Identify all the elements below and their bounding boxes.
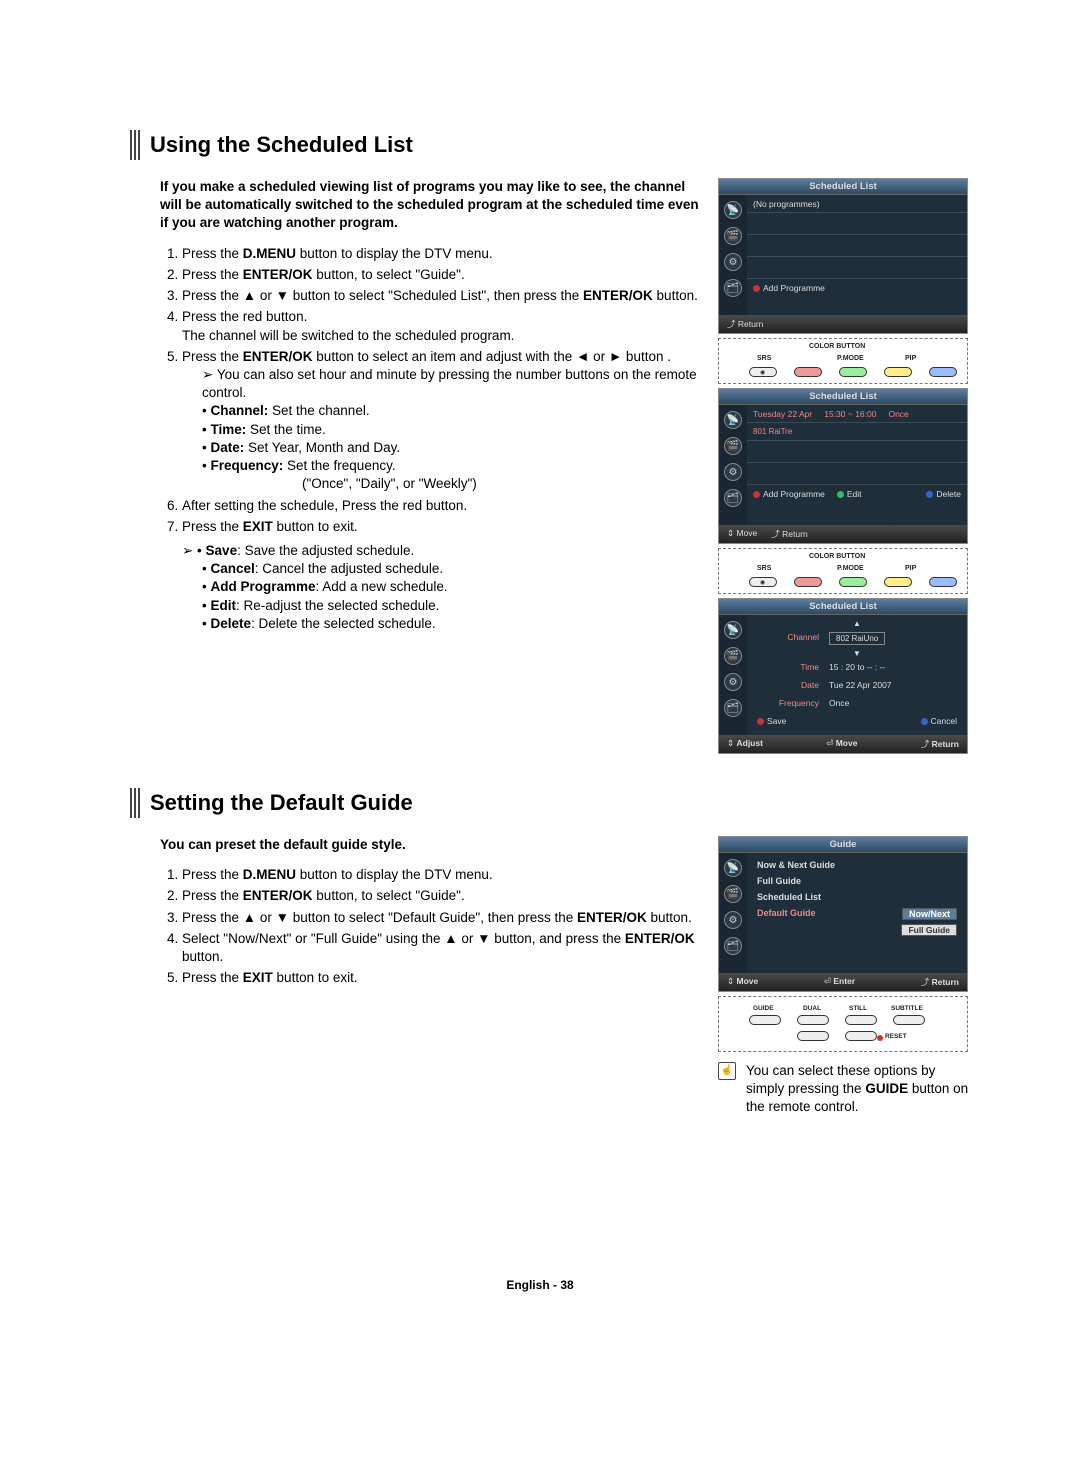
osd-scheduled-detail: Scheduled List 📡 🎬 ⚙ 🗂 ▲ Channel802 RaiU… xyxy=(718,598,968,754)
nav-icon: 🎬 xyxy=(724,885,742,903)
page-footer: English - 38 xyxy=(0,1278,1080,1292)
section-1-title: Using the Scheduled List xyxy=(150,132,413,158)
nav-icon: ⚙ xyxy=(724,673,742,691)
osd-scheduled-empty: Scheduled List 📡 🎬 ⚙ 🗂 (No programmes) A… xyxy=(718,178,968,334)
osd-scheduled-item: Scheduled List 📡 🎬 ⚙ 🗂 Tuesday 22 Apr15:… xyxy=(718,388,968,544)
nav-icon: 🗂 xyxy=(724,489,742,507)
nav-icon: 🗂 xyxy=(724,699,742,717)
remote-strip-guide: GUIDE DUAL STILL SUBTITLE RESET xyxy=(718,996,968,1052)
nav-icon: 🎬 xyxy=(724,647,742,665)
section-2-title: Setting the Default Guide xyxy=(150,790,413,816)
nav-icon: ⚙ xyxy=(724,463,742,481)
s2-step-3: Press the ▲ or ▼ button to select "Defau… xyxy=(182,909,706,927)
remote-strip-color: COLOR BUTTON SRS P.MODE PIP ◉ xyxy=(718,338,968,384)
nav-icon: 🗂 xyxy=(724,937,742,955)
tip-block: ☝ You can select these options by simply… xyxy=(718,1062,970,1117)
section-2-intro: You can preset the default guide style. xyxy=(160,836,706,854)
section-1-intro: If you make a scheduled viewing list of … xyxy=(160,178,706,233)
nav-icon: 📡 xyxy=(724,411,742,429)
heading-bars-icon xyxy=(130,130,140,160)
section-2-heading: Setting the Default Guide xyxy=(130,788,970,818)
hand-icon: ☝ xyxy=(718,1062,736,1080)
step-5-note: ➢ You can also set hour and minute by pr… xyxy=(202,366,706,402)
step-4: Press the red button.The channel will be… xyxy=(182,308,706,344)
s2-step-1: Press the D.MENU button to display the D… xyxy=(182,866,706,884)
nav-icon: 📡 xyxy=(724,859,742,877)
step-2: Press the ENTER/OK button, to select "Gu… xyxy=(182,266,706,284)
step-1: Press the D.MENU button to display the D… xyxy=(182,245,706,263)
osd-guide: Guide 📡 🎬 ⚙ 🗂 Now & Next Guide Full Guid… xyxy=(718,836,968,992)
nav-icon: 🎬 xyxy=(724,227,742,245)
nav-icon: 📡 xyxy=(724,201,742,219)
remote-strip-color: COLOR BUTTON SRS P.MODE PIP ◉ xyxy=(718,548,968,594)
section-1-body: If you make a scheduled viewing list of … xyxy=(130,178,706,758)
nav-icon: 🗂 xyxy=(724,279,742,297)
options-block: ➢ • Save: Save the adjusted schedule. • … xyxy=(182,542,706,633)
section-1-heading: Using the Scheduled List xyxy=(130,130,970,160)
nav-icon: 🎬 xyxy=(724,437,742,455)
heading-bars-icon xyxy=(130,788,140,818)
step-3: Press the ▲ or ▼ button to select "Sched… xyxy=(182,287,706,305)
s2-step-4: Select "Now/Next" or "Full Guide" using … xyxy=(182,930,706,966)
nav-icon: ⚙ xyxy=(724,253,742,271)
nav-icon: ⚙ xyxy=(724,911,742,929)
step-5: Press the ENTER/OK button to select an i… xyxy=(182,348,706,494)
s2-step-2: Press the ENTER/OK button, to select "Gu… xyxy=(182,887,706,905)
nav-icon: 📡 xyxy=(724,621,742,639)
step-6: After setting the schedule, Press the re… xyxy=(182,497,706,515)
section-2-body: You can preset the default guide style. … xyxy=(130,836,706,1117)
step-7: Press the EXIT button to exit. xyxy=(182,518,706,536)
s2-step-5: Press the EXIT button to exit. xyxy=(182,969,706,987)
